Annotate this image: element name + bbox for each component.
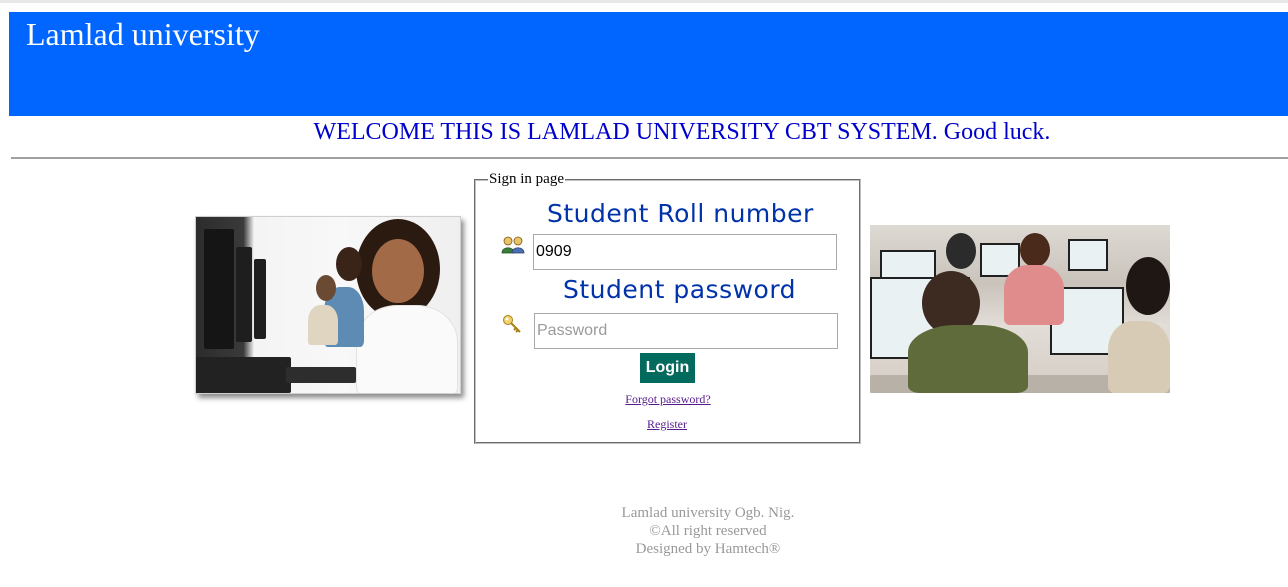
site-header: Lamlad university [9, 12, 1288, 116]
password-label: Student password [563, 275, 797, 304]
divider [11, 157, 1288, 159]
roll-number-input[interactable] [533, 234, 837, 270]
top-rule [0, 0, 1288, 3]
login-button[interactable]: Login [640, 353, 695, 383]
student-photo-left [195, 216, 461, 394]
register-link[interactable]: Register [567, 417, 767, 432]
users-icon [501, 236, 525, 254]
footer: Lamlad university Ogb. Nig. ©All right r… [508, 504, 908, 558]
key-icon [503, 315, 521, 333]
footer-line-3: Designed by Hamtech® [635, 541, 781, 557]
forgot-password-link[interactable]: Forgot password? [568, 392, 768, 407]
password-input[interactable] [534, 313, 838, 349]
computer-lab-photo-right [870, 225, 1170, 393]
footer-line-2: ©All right reserved [649, 523, 767, 539]
roll-number-label: Student Roll number [547, 199, 814, 228]
footer-line-1: Lamlad university Ogb. Nig. [621, 505, 795, 521]
signin-legend: Sign in page [489, 171, 564, 187]
site-title: Lamlad university [26, 16, 260, 52]
welcome-message: WELCOME THIS IS LAMLAD UNIVERSITY CBT SY… [313, 119, 1051, 145]
